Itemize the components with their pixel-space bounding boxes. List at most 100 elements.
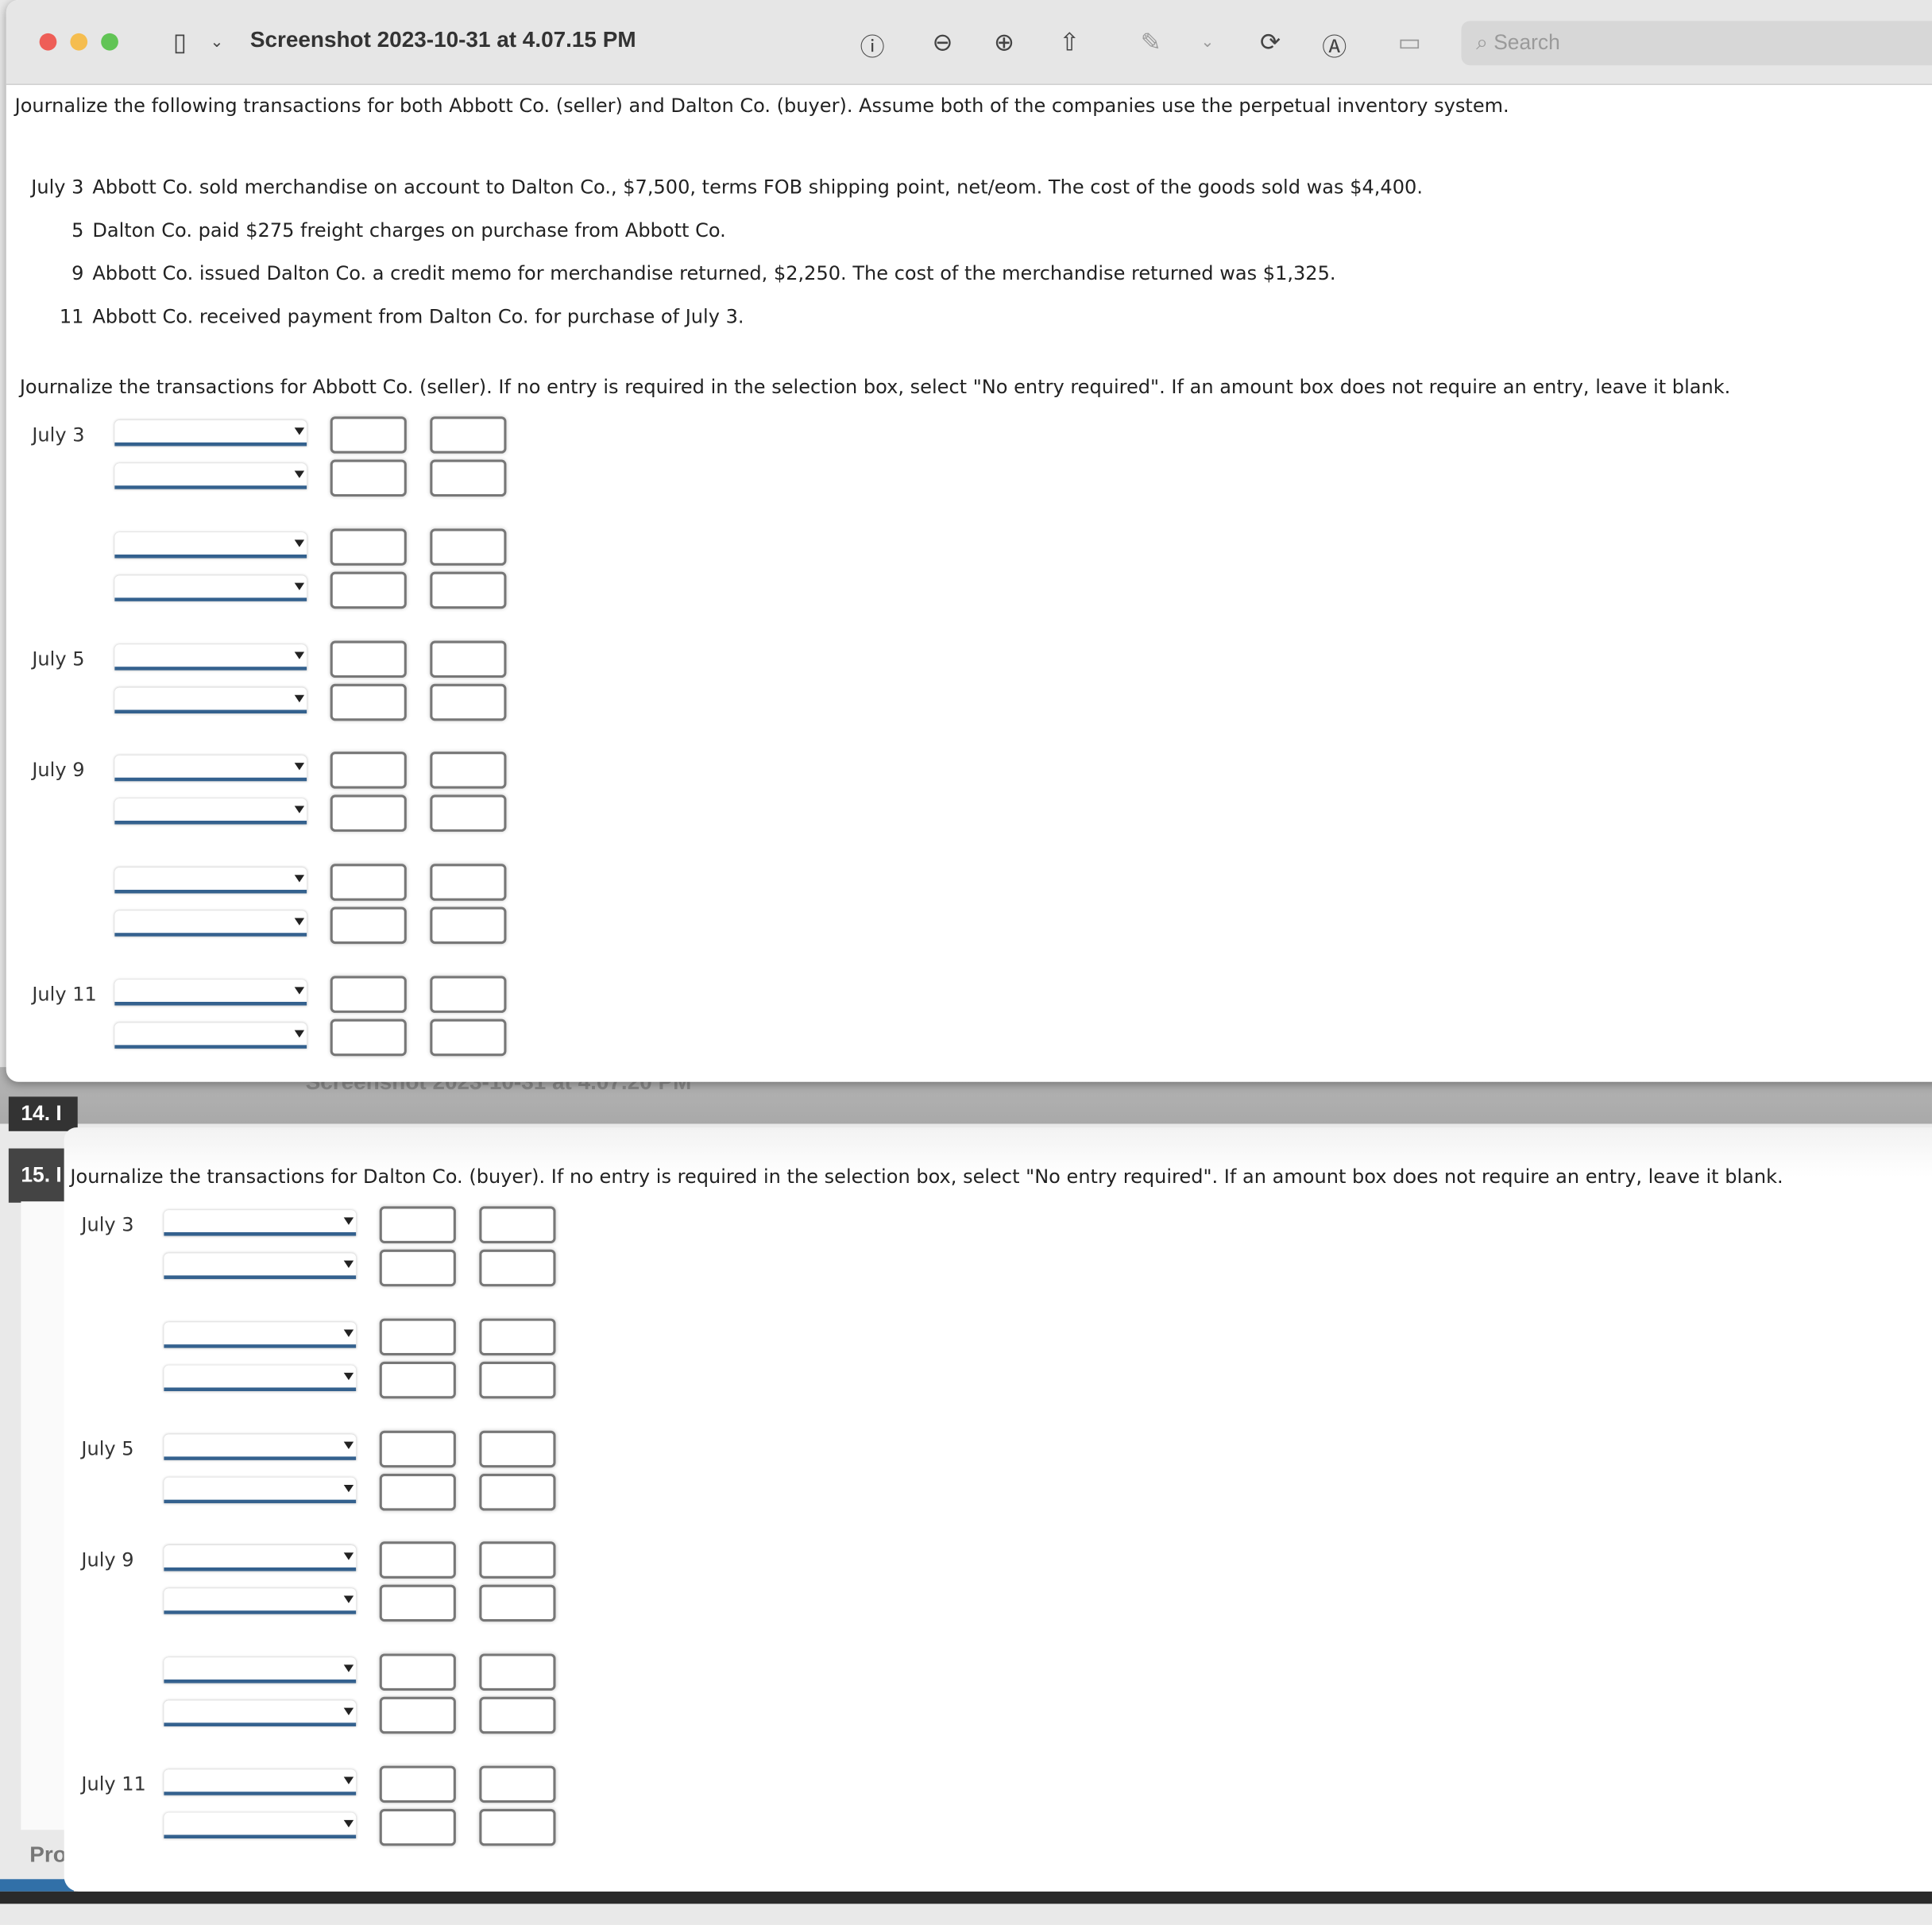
rotate-icon[interactable]: ⟳ [1254, 27, 1286, 56]
account-select[interactable] [164, 1700, 357, 1726]
account-select[interactable] [164, 1253, 357, 1279]
credit-input[interactable] [479, 1206, 556, 1243]
form-fill-icon[interactable]: ▭ [1393, 27, 1425, 56]
credit-input[interactable] [430, 976, 507, 1013]
transaction-text: Abbott Co. issued Dalton Co. a credit me… [92, 262, 1336, 285]
account-select[interactable] [114, 575, 307, 601]
account-select[interactable] [164, 1544, 357, 1571]
credit-input[interactable] [430, 794, 507, 832]
debit-input[interactable] [379, 1584, 456, 1622]
annotate-icon[interactable]: Ⓐ [1319, 27, 1350, 63]
zoom-button[interactable] [101, 33, 118, 51]
debit-input[interactable] [379, 1361, 456, 1399]
debit-input[interactable] [379, 1808, 456, 1846]
share-icon[interactable]: ⇧ [1053, 27, 1085, 56]
credit-input[interactable] [430, 571, 507, 609]
account-select[interactable] [164, 1322, 357, 1348]
entry-date: July 3 [81, 1213, 134, 1236]
credit-input[interactable] [430, 416, 507, 454]
close-button[interactable] [39, 33, 57, 51]
entry-date: July 11 [32, 983, 97, 1006]
entry-date: July 11 [81, 1772, 146, 1796]
account-select[interactable] [114, 463, 307, 489]
credit-input[interactable] [430, 864, 507, 901]
account-select[interactable] [164, 1812, 357, 1839]
account-select[interactable] [164, 1588, 357, 1614]
account-select[interactable] [164, 1434, 357, 1460]
debit-input[interactable] [379, 1696, 456, 1734]
credit-input[interactable] [479, 1361, 556, 1399]
account-select[interactable] [164, 1657, 357, 1683]
transaction-day: 11 [59, 305, 84, 328]
question-tab-14[interactable]: 14. I [8, 1096, 78, 1131]
account-select[interactable] [114, 419, 307, 446]
info-icon[interactable]: ⓘ [856, 27, 888, 63]
account-select[interactable] [114, 532, 307, 559]
credit-input[interactable] [430, 459, 507, 497]
credit-input[interactable] [479, 1653, 556, 1691]
account-select[interactable] [164, 1365, 357, 1392]
account-select[interactable] [114, 644, 307, 671]
credit-input[interactable] [430, 640, 507, 678]
debit-input[interactable] [330, 571, 407, 609]
debit-input[interactable] [330, 794, 407, 832]
search-placeholder: Search [1493, 30, 1560, 55]
debit-input[interactable] [330, 459, 407, 497]
debit-input[interactable] [330, 640, 407, 678]
chevron-down-icon[interactable]: ⌄ [1192, 33, 1223, 52]
credit-input[interactable] [430, 752, 507, 789]
transaction-day: July 3 [31, 176, 84, 199]
account-select[interactable] [114, 755, 307, 782]
credit-input[interactable] [479, 1808, 556, 1846]
chevron-down-icon[interactable]: ⌄ [201, 33, 233, 52]
credit-input[interactable] [430, 906, 507, 945]
debit-input[interactable] [379, 1318, 456, 1356]
transaction-day: 9 [71, 262, 84, 285]
account-select[interactable] [114, 910, 307, 937]
entry-date: July 9 [32, 759, 85, 782]
debit-input[interactable] [379, 1653, 456, 1691]
credit-input[interactable] [479, 1541, 556, 1579]
footer-text: Pro [29, 1842, 67, 1867]
credit-input[interactable] [479, 1584, 556, 1622]
account-select[interactable] [164, 1769, 357, 1796]
debit-input[interactable] [379, 1249, 456, 1287]
markup-pen-icon[interactable]: ✎ [1134, 27, 1166, 56]
credit-input[interactable] [430, 1019, 507, 1057]
debit-input[interactable] [330, 416, 407, 454]
credit-input[interactable] [479, 1318, 556, 1356]
debit-input[interactable] [330, 683, 407, 721]
debit-input[interactable] [379, 1206, 456, 1243]
credit-input[interactable] [479, 1473, 556, 1511]
credit-input[interactable] [430, 528, 507, 566]
debit-input[interactable] [330, 906, 407, 945]
debit-input[interactable] [330, 864, 407, 901]
debit-input[interactable] [379, 1473, 456, 1511]
debit-input[interactable] [379, 1765, 456, 1803]
account-select[interactable] [164, 1210, 357, 1236]
search-input[interactable]: ⌕ Search [1461, 21, 1932, 66]
minimize-button[interactable] [70, 33, 88, 51]
account-select[interactable] [114, 980, 307, 1006]
credit-input[interactable] [479, 1696, 556, 1734]
search-icon: ⌕ [1476, 30, 1494, 55]
zoom-out-icon[interactable]: ⊖ [926, 27, 958, 56]
account-select[interactable] [114, 1022, 307, 1049]
sidebar-icon[interactable]: ▯ [164, 27, 195, 56]
debit-input[interactable] [330, 976, 407, 1013]
credit-input[interactable] [479, 1249, 556, 1287]
debit-input[interactable] [330, 528, 407, 566]
debit-input[interactable] [379, 1541, 456, 1579]
credit-input[interactable] [479, 1765, 556, 1803]
debit-input[interactable] [379, 1430, 456, 1468]
debit-input[interactable] [330, 1019, 407, 1057]
account-select[interactable] [114, 867, 307, 894]
zoom-in-icon[interactable]: ⊕ [988, 27, 1020, 56]
account-select[interactable] [114, 687, 307, 714]
account-select[interactable] [114, 798, 307, 825]
window-title: Screenshot 2023-10-31 at 4.07.15 PM [249, 27, 636, 52]
credit-input[interactable] [430, 683, 507, 721]
debit-input[interactable] [330, 752, 407, 789]
credit-input[interactable] [479, 1430, 556, 1468]
account-select[interactable] [164, 1477, 357, 1504]
